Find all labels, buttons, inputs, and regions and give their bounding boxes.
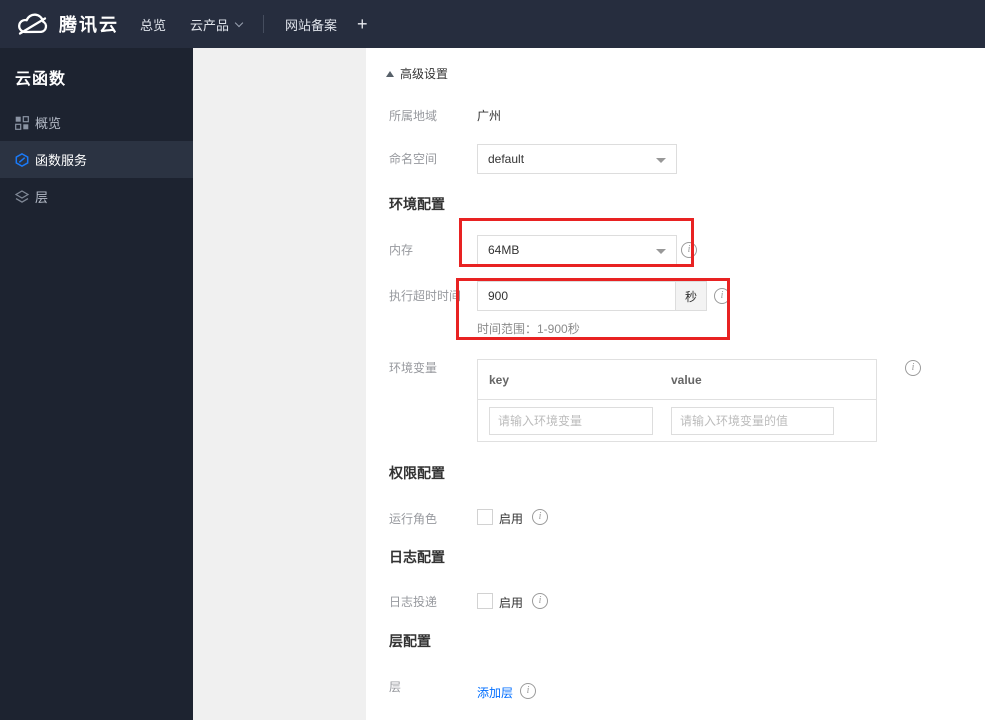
- topnav-cloud-products-label: 云产品: [190, 17, 230, 33]
- section-permission-config: 权限配置: [389, 465, 445, 481]
- layers-icon: [15, 189, 29, 204]
- dropdown-arrow-icon: [656, 249, 666, 254]
- run-role-checkbox[interactable]: [477, 509, 493, 525]
- function-config-form: 高级设置 所属地域 广州 命名空间 default 环境配置 内存 64MB i…: [366, 48, 985, 720]
- add-layer-link[interactable]: 添加层: [477, 684, 513, 701]
- sidebar-item-function-service[interactable]: 函数服务: [0, 141, 193, 178]
- env-vars-key-header: key: [489, 372, 510, 387]
- region-label: 所属地域: [389, 109, 438, 123]
- timeout-unit: 秒: [675, 282, 706, 310]
- sidebar-item-overview-label: 概览: [35, 116, 62, 131]
- timeout-info-icon[interactable]: i: [714, 288, 730, 304]
- env-vars-label: 环境变量: [389, 361, 438, 375]
- env-var-key-input[interactable]: [489, 407, 653, 435]
- timeout-range-hint: 时间范围：1-900秒: [477, 322, 580, 336]
- advanced-settings-label: 高级设置: [400, 67, 449, 81]
- run-role-info-icon[interactable]: i: [532, 509, 548, 525]
- run-role-enable-label: 启用: [499, 512, 524, 526]
- sidebar-title: 云函数: [15, 71, 67, 88]
- section-environment-config: 环境配置: [389, 196, 445, 212]
- tencent-cloud-console: 腾讯云 总览 云产品 网站备案 + 云函数 概览 函数服务 层 高级设置 所属地…: [0, 0, 985, 720]
- scf-function-icon: [15, 152, 29, 167]
- memory-select[interactable]: 64MB: [477, 235, 677, 265]
- env-var-value-input[interactable]: [671, 407, 834, 435]
- topnav-overview[interactable]: 总览: [140, 0, 166, 48]
- advanced-settings-toggle[interactable]: 高级设置: [386, 65, 448, 82]
- env-vars-table-header: key value: [478, 360, 876, 400]
- log-delivery-checkbox[interactable]: [477, 593, 493, 609]
- tencent-cloud-logo-icon: [16, 11, 50, 37]
- timeout-input[interactable]: [478, 282, 675, 310]
- topnav-add-button[interactable]: +: [357, 0, 368, 48]
- topbar-divider: [263, 15, 264, 33]
- brand-home-link[interactable]: 腾讯云: [16, 0, 119, 48]
- add-layer-info-icon[interactable]: i: [520, 683, 536, 699]
- run-role-label: 运行角色: [389, 512, 438, 526]
- dropdown-arrow-icon: [656, 158, 666, 163]
- memory-info-icon[interactable]: i: [681, 242, 697, 258]
- sidebar-item-function-service-label: 函数服务: [35, 153, 88, 168]
- env-vars-info-icon[interactable]: i: [905, 360, 921, 376]
- topbar: 腾讯云 总览 云产品 网站备案 +: [0, 0, 985, 48]
- grid-icon: [15, 115, 29, 130]
- log-delivery-info-icon[interactable]: i: [532, 593, 548, 609]
- section-layer-config: 层配置: [389, 633, 431, 649]
- timeout-input-group: 秒: [477, 281, 707, 311]
- namespace-select-value: default: [488, 152, 525, 166]
- log-delivery-enable-label: 启用: [499, 596, 524, 610]
- namespace-select[interactable]: default: [477, 144, 677, 174]
- env-vars-table-row: [478, 400, 876, 442]
- region-value: 广州: [477, 109, 502, 123]
- memory-select-value: 64MB: [488, 243, 520, 257]
- env-vars-table: key value: [477, 359, 877, 442]
- timeout-label: 执行超时时间: [389, 289, 462, 303]
- namespace-label: 命名空间: [389, 152, 438, 166]
- brand-name: 腾讯云: [59, 15, 119, 35]
- secondary-panel: [193, 48, 366, 720]
- sidebar-item-layers-label: 层: [35, 190, 49, 205]
- layer-label: 层: [389, 680, 402, 694]
- topnav-cloud-products[interactable]: 云产品: [190, 0, 244, 48]
- sidebar-menu: 概览 函数服务 层: [0, 104, 193, 215]
- log-delivery-label: 日志投递: [389, 595, 438, 609]
- memory-label: 内存: [389, 243, 414, 257]
- env-vars-value-header: value: [671, 372, 702, 387]
- sidebar-item-overview[interactable]: 概览: [0, 104, 193, 141]
- sidebar-item-layers[interactable]: 层: [0, 178, 193, 215]
- section-log-config: 日志配置: [389, 549, 445, 565]
- collapse-triangle-icon: [386, 70, 394, 77]
- topnav-icp-filing[interactable]: 网站备案: [285, 0, 337, 48]
- sidebar: 云函数 概览 函数服务 层: [0, 48, 193, 720]
- chevron-down-icon: [234, 18, 244, 27]
